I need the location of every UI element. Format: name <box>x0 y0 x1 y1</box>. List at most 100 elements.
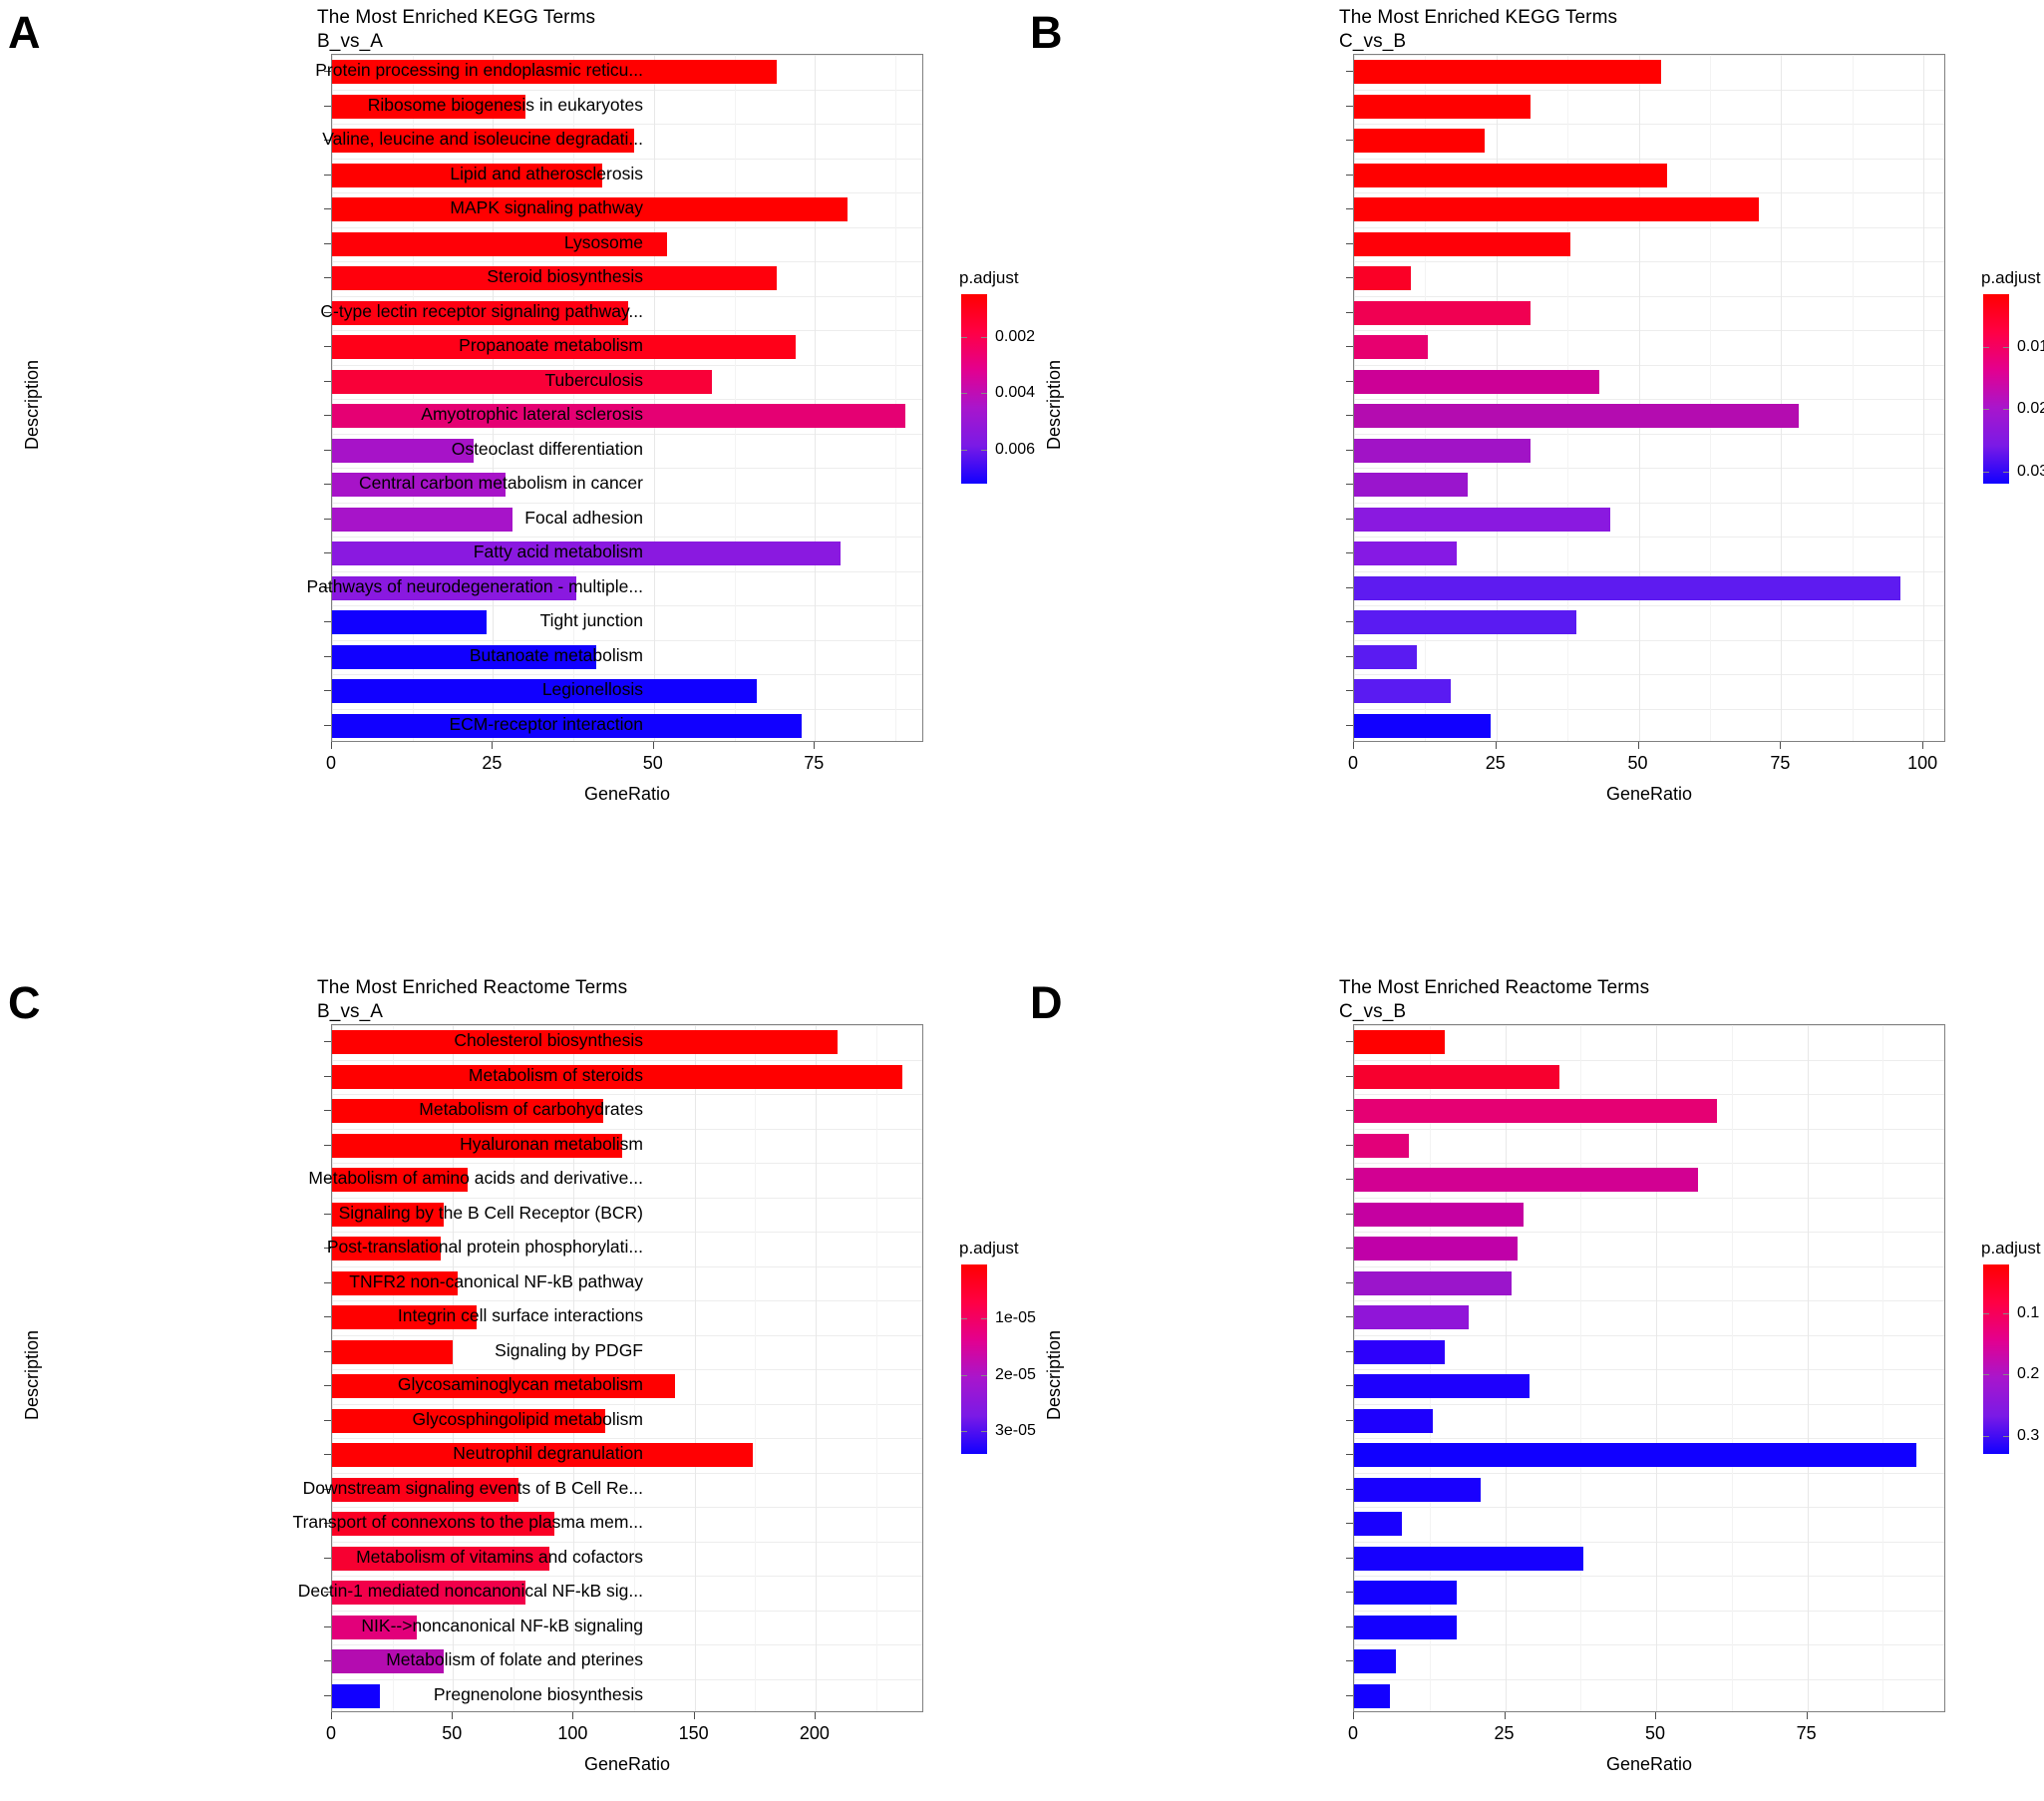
grid-line-horizontal <box>1354 1369 1944 1370</box>
legend-tick-mark <box>2003 346 2009 348</box>
y-tick-mark <box>324 1625 331 1627</box>
legend-tick-mark <box>981 449 987 451</box>
grid-line-horizontal <box>332 537 922 538</box>
category-label: Post-translational protein phosphorylati… <box>326 1237 643 1258</box>
x-tick-mark <box>572 1712 574 1719</box>
category-label: Cholesterol biosynthesis <box>454 1030 643 1051</box>
category-label: Pregnenolone biosynthesis <box>433 1683 643 1704</box>
legend-title: p.adjust <box>959 268 1019 287</box>
y-tick-mark <box>324 484 331 486</box>
y-tick-mark <box>1346 1523 1353 1525</box>
y-tick-mark <box>1346 1213 1353 1215</box>
bar <box>1354 713 1492 738</box>
y-tick-mark <box>1346 415 1353 417</box>
category-label: ECM-receptor interaction <box>449 713 643 734</box>
grid-line-horizontal <box>332 124 922 125</box>
y-axis-label: Description <box>1044 1329 1064 1420</box>
category-label: Amyotrophic lateral sclerosis <box>421 404 643 425</box>
bar <box>1354 1615 1458 1639</box>
grid-line-major <box>1807 1025 1809 1711</box>
grid-line-minor <box>1567 55 1569 741</box>
grid-line-horizontal <box>1354 674 1944 675</box>
y-tick-mark <box>1346 105 1353 107</box>
category-label: Signaling by the B Cell Receptor (BCR) <box>338 1202 643 1223</box>
legend-tick-mark <box>2003 1374 2009 1376</box>
y-tick-mark <box>324 1316 331 1318</box>
grid-line-minor <box>755 1025 757 1711</box>
grid-line-horizontal <box>332 55 922 56</box>
grid-line-horizontal <box>1354 158 1944 160</box>
y-axis-label: Description <box>22 1329 42 1420</box>
bar <box>1354 94 1532 119</box>
grid-line-major <box>1505 1025 1507 1711</box>
grid-line-horizontal <box>1354 1265 1944 1267</box>
x-tick-mark <box>1353 1712 1354 1719</box>
bar <box>1354 1649 1397 1674</box>
category-label: Lysosome <box>563 231 643 252</box>
legend-tick-mark <box>1983 409 1989 411</box>
grid-line-horizontal <box>1354 1576 1944 1577</box>
y-tick-mark <box>324 1041 331 1043</box>
y-tick-mark <box>1346 1316 1353 1318</box>
y-tick-mark <box>324 380 331 382</box>
bar <box>1354 1581 1458 1606</box>
bar <box>1354 1030 1445 1055</box>
grid-line-horizontal <box>332 295 922 297</box>
grid-line-horizontal <box>1354 1059 1944 1061</box>
x-tick-mark <box>693 1712 695 1719</box>
grid-line-horizontal <box>1354 433 1944 435</box>
y-tick-mark <box>324 1110 331 1112</box>
bar <box>332 507 512 532</box>
y-tick-mark <box>1346 449 1353 451</box>
y-tick-mark <box>1346 690 1353 692</box>
bar <box>1354 231 1571 256</box>
y-tick-mark <box>324 1281 331 1283</box>
grid-line-major <box>493 55 495 741</box>
category-label: Protein processing in endoplasmic reticu… <box>315 60 643 81</box>
y-axis-label: Description <box>1044 359 1064 450</box>
bar <box>1354 1237 1518 1261</box>
bar <box>1354 197 1759 222</box>
y-tick-mark <box>1346 71 1353 73</box>
grid-line-major <box>815 55 817 741</box>
y-tick-mark <box>324 1213 331 1215</box>
category-label: C-type lectin receptor signaling pathway… <box>320 300 643 321</box>
legend-tick-mark <box>1983 1435 1989 1437</box>
legend-tick-mark <box>2003 1435 2009 1437</box>
grid-line-horizontal <box>1354 124 1944 125</box>
x-axis-label: GeneRatio <box>1605 784 1693 804</box>
grid-line-horizontal <box>1354 1610 1944 1612</box>
category-label: Metabolism of carbohydrates <box>419 1099 643 1120</box>
x-tick-mark <box>1504 1712 1506 1719</box>
category-label: Glycosaminoglycan metabolism <box>397 1374 643 1395</box>
y-tick-mark <box>1346 1179 1353 1181</box>
grid-line-horizontal <box>1354 1300 1944 1301</box>
bar <box>1354 1133 1409 1158</box>
y-tick-mark <box>324 1694 331 1696</box>
grid-line-horizontal <box>1354 708 1944 710</box>
category-label: Focal adhesion <box>524 507 643 528</box>
grid-line-horizontal <box>1354 605 1944 606</box>
y-tick-mark <box>1346 586 1353 588</box>
grid-line-horizontal <box>332 1334 922 1336</box>
x-tick-mark <box>1922 742 1924 749</box>
grid-line-minor <box>1709 55 1711 741</box>
y-tick-mark <box>324 1557 331 1559</box>
category-label: Neutrophil degranulation <box>453 1443 643 1464</box>
category-label: Hyaluronan metabolism <box>460 1133 643 1154</box>
x-tick-label: 50 <box>1627 753 1648 773</box>
legend-tick-mark <box>961 1374 967 1376</box>
grid-line-horizontal <box>332 639 922 641</box>
legend-tick-mark <box>2003 1313 2009 1315</box>
panel-letter-d: D <box>1030 977 1063 1028</box>
category-label: Butanoate metabolism <box>469 644 643 665</box>
grid-line-major <box>332 55 333 741</box>
y-tick-mark <box>1346 1557 1353 1559</box>
bar <box>1354 610 1576 635</box>
grid-line-horizontal <box>332 468 922 469</box>
grid-line-minor <box>634 1025 636 1711</box>
legend-tick-mark <box>961 393 967 395</box>
bar <box>332 369 712 394</box>
grid-line-horizontal <box>1354 1541 1944 1543</box>
y-tick-mark <box>1346 552 1353 554</box>
